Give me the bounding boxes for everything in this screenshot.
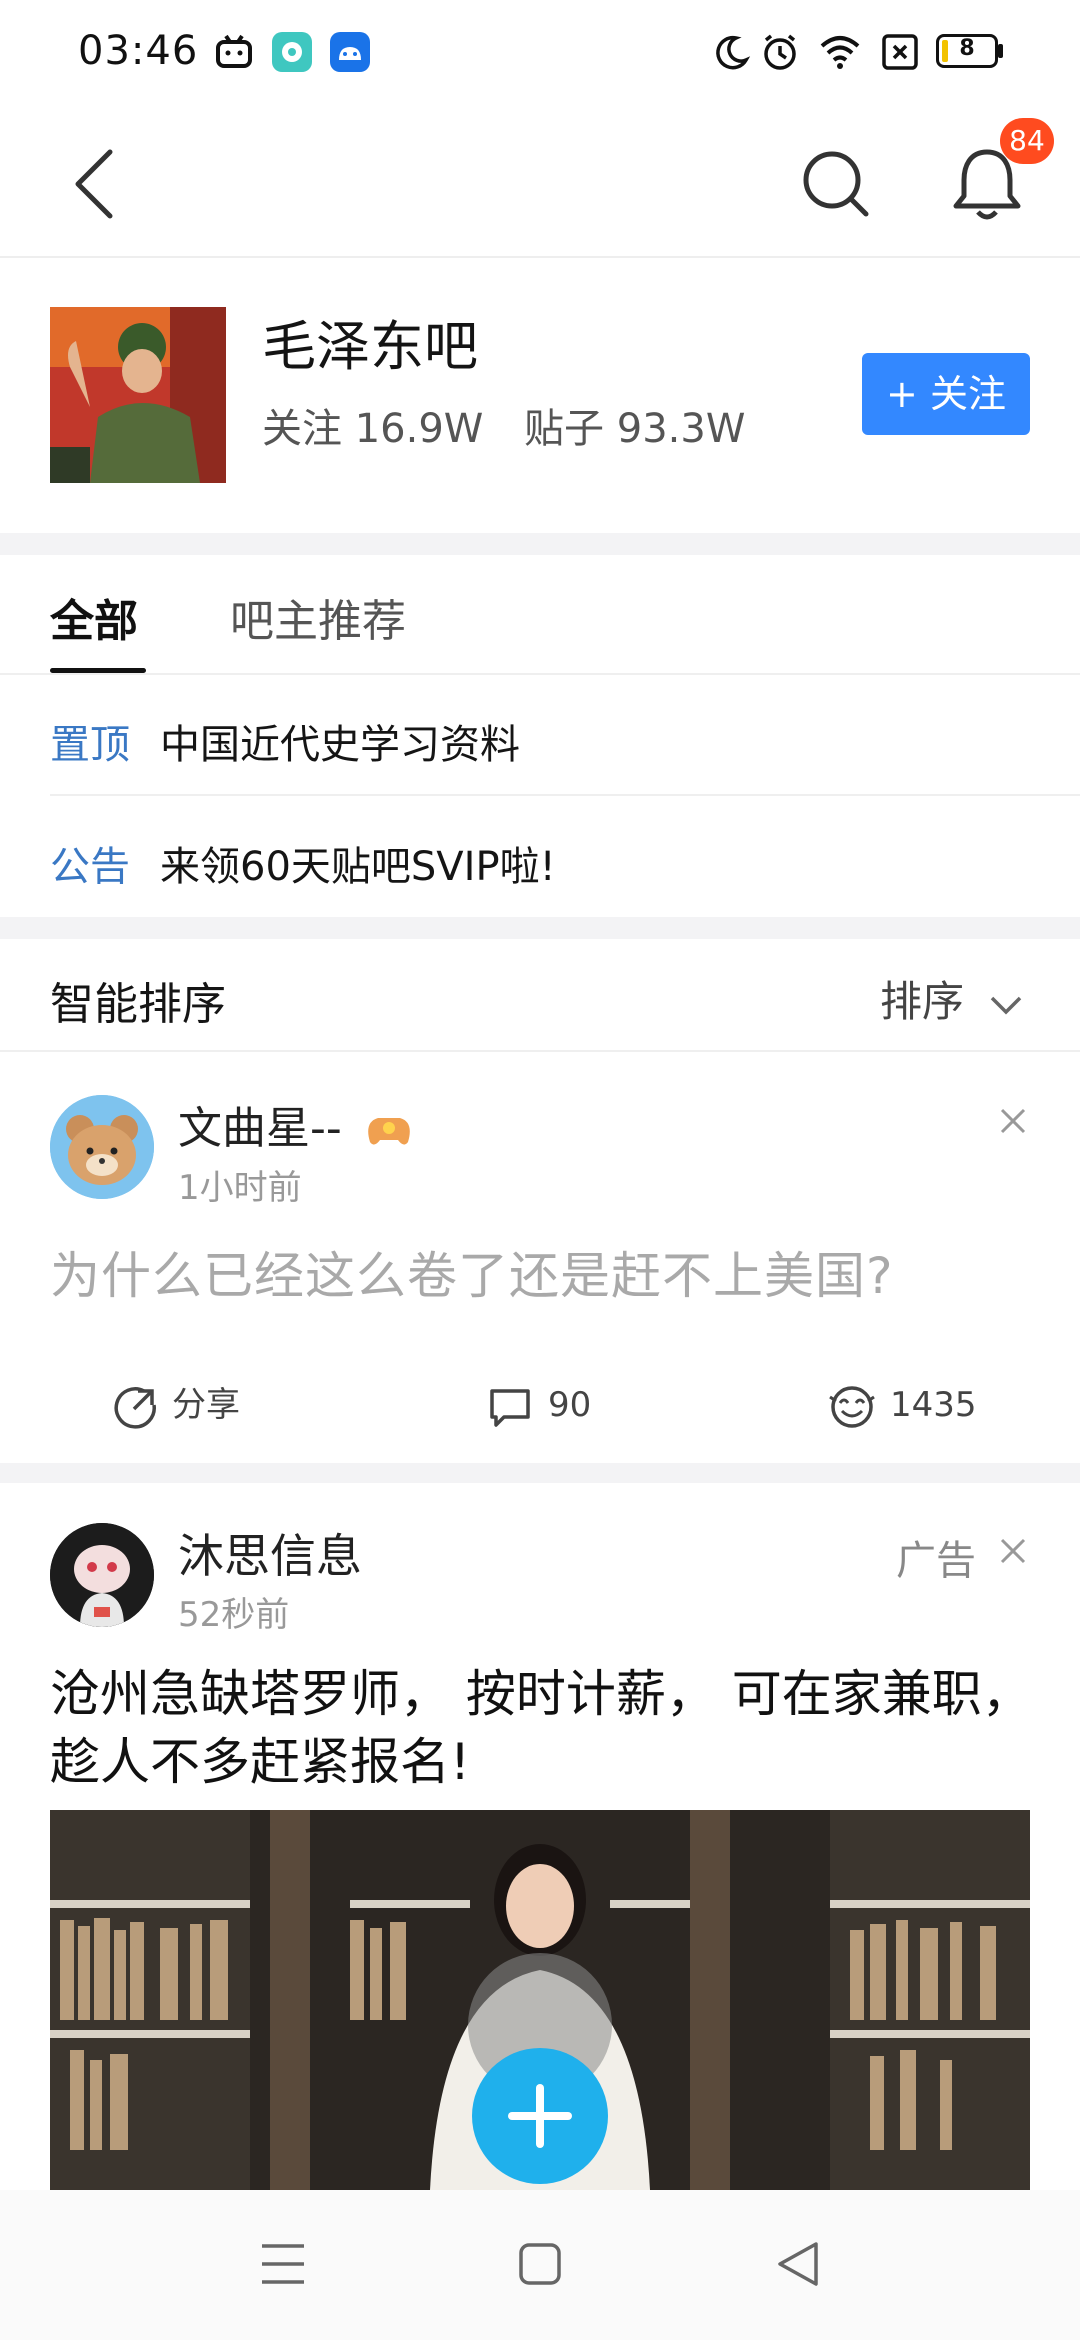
new-post-fab[interactable] xyxy=(472,2048,608,2184)
post-username-text: 文曲星-- xyxy=(178,1103,342,1154)
tab-all[interactable]: 全部 xyxy=(50,585,138,649)
sort-divider xyxy=(0,1050,1080,1052)
forum-name: 毛泽东吧 xyxy=(262,315,478,378)
row-divider xyxy=(50,794,1080,796)
share-label: 分享 xyxy=(172,1385,240,1425)
moon-icon xyxy=(716,35,751,70)
ad-label: 广告 xyxy=(896,1538,976,1584)
ad-time: 52秒前 xyxy=(178,1595,290,1635)
pinned-tag: 置顶 xyxy=(50,722,130,768)
followers-count: 关注 16.9W xyxy=(262,406,484,452)
battery-tip xyxy=(998,44,1003,58)
follow-button[interactable]: + 关注 xyxy=(862,353,1030,435)
ad-close-icon[interactable] xyxy=(998,1536,1028,1566)
comment-button[interactable]: 90 xyxy=(488,1380,591,1430)
sort-title: 智能排序 xyxy=(50,979,226,1030)
forum-stats: 关注 16.9W 贴子 93.3W xyxy=(262,396,773,454)
battery-icon: 8 xyxy=(936,34,998,68)
back-arrow-icon[interactable] xyxy=(70,148,120,220)
ad-username[interactable]: 沐思信息 xyxy=(178,1520,362,1586)
close-icon[interactable] xyxy=(998,1106,1028,1136)
user-avatar[interactable] xyxy=(50,1095,154,1199)
post-time: 1小时前 xyxy=(178,1168,302,1208)
ad-avatar[interactable] xyxy=(50,1523,154,1627)
tab-divider xyxy=(0,673,1080,675)
system-nav-bar xyxy=(0,2190,1080,2340)
android-app-icon xyxy=(330,32,370,72)
section-divider xyxy=(0,533,1080,555)
post-title[interactable]: 为什么已经这么卷了还是赶不上美国? xyxy=(50,1236,894,1308)
pinned-text: 中国近代史学习资料 xyxy=(160,722,520,768)
home-icon[interactable] xyxy=(518,2242,562,2286)
forum-avatar[interactable] xyxy=(50,307,226,483)
status-time: 03:46 xyxy=(78,28,199,74)
ad-title[interactable]: 沧州急缺塔罗师， 按时计薪， 可在家兼职， 趁人不多赶紧报名! xyxy=(50,1660,1040,1796)
back-triangle-icon[interactable] xyxy=(776,2240,820,2288)
share-icon xyxy=(114,1386,156,1429)
sort-button[interactable]: 排序 xyxy=(880,968,1023,1029)
alarm-icon xyxy=(764,34,796,70)
level-badge-icon xyxy=(367,1118,410,1145)
notification-badge: 84 xyxy=(1000,118,1054,164)
announcement-text: 来领60天贴吧SVIP啦! xyxy=(160,844,556,890)
comment-count: 90 xyxy=(548,1385,592,1425)
sort-label: 排序 xyxy=(880,977,965,1026)
wifi-icon xyxy=(820,36,860,69)
plus-icon xyxy=(508,2084,572,2148)
section-divider xyxy=(0,1463,1080,1483)
sim-icon xyxy=(882,34,918,70)
tab-recommended[interactable]: 吧主推荐 xyxy=(230,585,406,649)
post-username[interactable]: 文曲星-- xyxy=(178,1092,414,1156)
top-nav xyxy=(0,108,1080,258)
menu-icon[interactable] xyxy=(260,2242,306,2286)
chat-app-icon xyxy=(272,32,312,72)
search-icon[interactable] xyxy=(800,148,872,220)
share-button[interactable]: 分享 xyxy=(114,1380,240,1430)
announcement-tag: 公告 xyxy=(50,844,130,890)
battery-level: 8 xyxy=(959,36,975,61)
chevron-down-icon xyxy=(991,996,1022,1014)
posts-count: 贴子 93.3W xyxy=(524,406,746,452)
section-divider xyxy=(0,917,1080,939)
bilibili-icon xyxy=(216,34,252,68)
like-face-icon xyxy=(829,1385,875,1428)
like-button[interactable]: 1435 xyxy=(826,1380,977,1430)
like-count: 1435 xyxy=(890,1385,977,1425)
status-bar: 03:46 8 xyxy=(0,0,1080,108)
comment-icon xyxy=(490,1388,530,1427)
